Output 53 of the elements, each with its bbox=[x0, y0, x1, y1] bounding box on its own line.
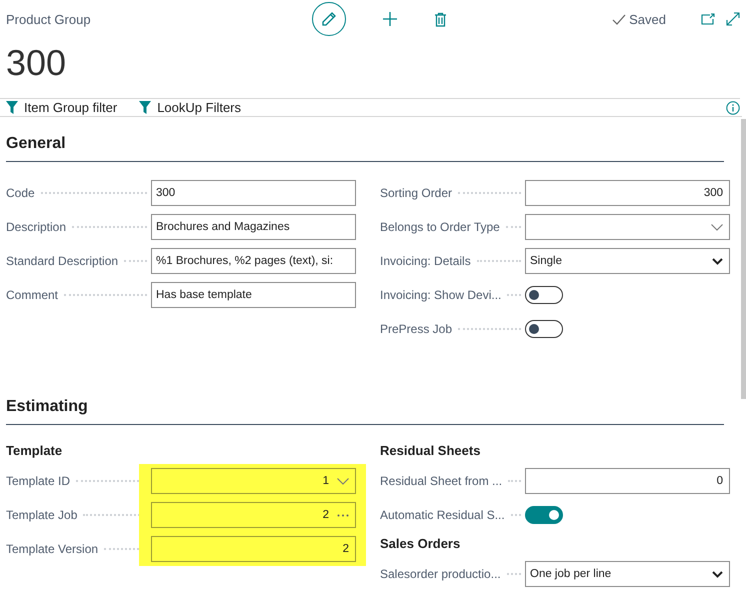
section-heading[interactable]: General bbox=[6, 117, 724, 162]
input-field[interactable] bbox=[525, 214, 730, 240]
field-label: Belongs to Order Type bbox=[380, 220, 500, 234]
dropdown-field[interactable]: One job per line bbox=[525, 561, 730, 587]
input-field[interactable]: 0 bbox=[525, 468, 730, 494]
checkmark-icon bbox=[612, 14, 626, 24]
input-field[interactable]: %1 Brochures, %2 pages (text), si: bbox=[151, 248, 356, 274]
field-label: Template ID bbox=[6, 474, 70, 488]
input-field[interactable]: Brochures and Magazines bbox=[151, 214, 356, 240]
pencil-icon bbox=[321, 11, 337, 27]
group-heading: Residual Sheets bbox=[380, 442, 482, 460]
record-title: 300 bbox=[6, 41, 68, 85]
info-icon[interactable] bbox=[726, 100, 740, 114]
field-label: Sorting Order bbox=[380, 186, 452, 200]
field-label: Standard Description bbox=[6, 254, 118, 268]
field-label: Template Job bbox=[6, 508, 78, 522]
field-label: Invoicing: Details bbox=[380, 254, 471, 268]
edit-button[interactable] bbox=[312, 2, 346, 36]
field-label: Description bbox=[6, 220, 66, 234]
expand-icon[interactable] bbox=[726, 12, 740, 26]
trash-icon[interactable] bbox=[434, 12, 447, 26]
filter-icon bbox=[139, 101, 152, 114]
saved-status: Saved bbox=[629, 12, 666, 26]
field-label: Invoicing: Show Devi... bbox=[380, 288, 502, 302]
field-label: PrePress Job bbox=[380, 322, 452, 336]
field-label: Salesorder productio... bbox=[380, 567, 501, 581]
more-icon[interactable] bbox=[337, 514, 349, 516]
filter-button[interactable]: Item Group filter bbox=[6, 100, 118, 115]
toggle-switch[interactable] bbox=[525, 320, 563, 338]
group-heading: Template bbox=[6, 442, 64, 460]
field-label: Automatic Residual S... bbox=[380, 508, 505, 522]
field-label: Comment bbox=[6, 288, 58, 302]
group-heading: Sales Orders bbox=[380, 535, 462, 553]
add-icon[interactable] bbox=[382, 11, 398, 27]
filter-icon bbox=[6, 101, 18, 114]
field-label: Code bbox=[6, 186, 35, 200]
open-in-new-window-icon[interactable] bbox=[701, 13, 715, 25]
input-field[interactable]: 300 bbox=[151, 180, 356, 206]
input-field[interactable]: Has base template bbox=[151, 282, 356, 308]
input-field[interactable]: 1 bbox=[151, 468, 356, 494]
filter-button[interactable]: LookUp Filters bbox=[139, 100, 242, 115]
toggle-switch[interactable] bbox=[525, 506, 563, 524]
dropdown-field[interactable]: Single bbox=[525, 248, 730, 274]
chevron-down-icon[interactable] bbox=[712, 258, 723, 264]
input-field[interactable]: 300 bbox=[525, 180, 730, 206]
chevron-down-icon[interactable] bbox=[712, 570, 723, 578]
field-label: Residual Sheet from ... bbox=[380, 474, 502, 488]
input-field[interactable]: 2 bbox=[151, 502, 356, 528]
toggle-switch[interactable] bbox=[525, 286, 563, 304]
page-caption: Product Group bbox=[6, 12, 92, 26]
field-label: Template Version bbox=[6, 542, 98, 556]
section-heading[interactable]: Estimating bbox=[6, 380, 724, 425]
input-field[interactable]: 2 bbox=[151, 536, 356, 562]
